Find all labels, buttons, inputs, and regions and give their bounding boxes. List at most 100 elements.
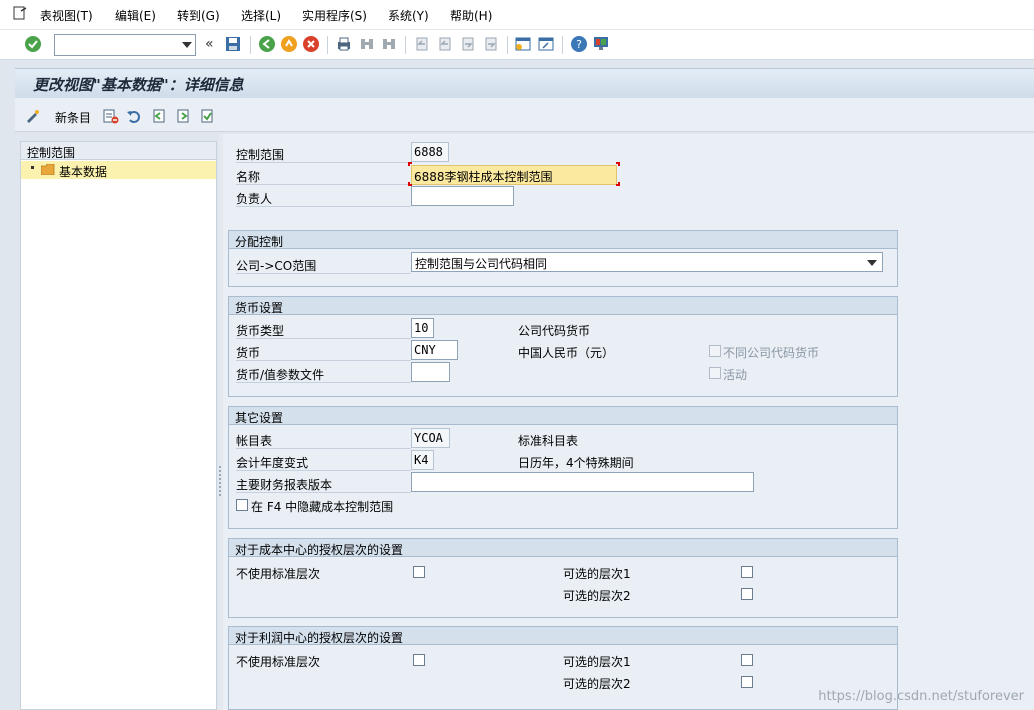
fiscal-year-variant-label: 会计年度变式 (236, 456, 309, 470)
currency-label: 货币 (236, 346, 261, 360)
currency-field[interactable]: CNY (411, 340, 458, 360)
tree-item-basic-data[interactable]: 基本数据 (21, 161, 216, 179)
name-field[interactable]: 6888李钢柱成本控制范围 (411, 165, 617, 185)
fiscal-year-variant-description: 日历年，4个特殊期间 (518, 456, 634, 470)
previous-page-icon[interactable] (436, 35, 454, 53)
cc-optional-hierarchy-2-label: 可选的层次2 (563, 589, 631, 603)
person-responsible-field[interactable] (411, 186, 514, 206)
double-chevron-icon[interactable]: « (205, 36, 214, 52)
menu-system[interactable]: 系统(Y) (388, 7, 429, 24)
exit-icon[interactable] (280, 35, 298, 53)
menu-goto[interactable]: 转到(G) (177, 7, 220, 24)
first-page-icon[interactable] (413, 35, 431, 53)
next-page-icon[interactable] (459, 35, 477, 53)
pc-optional-hierarchy-1-label: 可选的层次1 (563, 655, 631, 669)
create-session-icon[interactable] (514, 35, 532, 53)
new-entries-button[interactable]: 新条目 (55, 109, 91, 126)
app-menu-icon[interactable] (12, 5, 28, 21)
chevron-down-icon[interactable] (867, 260, 877, 266)
currency-type-label: 货币类型 (236, 324, 285, 338)
back-icon[interactable] (258, 35, 276, 53)
currency-profile-label: 货币/值参数文件 (236, 368, 325, 382)
company-co-label: 公司->CO范围 (236, 259, 317, 273)
assignment-control-group: 分配控制 公司->CO范围 控制范围与公司代码相同 (228, 230, 898, 287)
cc-optional-hierarchy-1-label: 可选的层次1 (563, 567, 631, 581)
other-settings-group: 其它设置 帐目表 YCOA 标准科目表 会计年度变式 K4 日历年，4个特殊期间… (228, 406, 898, 529)
cancel-icon[interactable] (302, 35, 320, 53)
find-next-icon[interactable] (380, 35, 398, 53)
profit-center-auth-header: 对于利润中心的授权层次的设置 (229, 627, 897, 645)
chart-of-accounts-label: 帐目表 (236, 434, 273, 448)
menu-utilities[interactable]: 实用程序(S) (302, 7, 367, 24)
currency-type-description: 公司代码货币 (518, 324, 591, 338)
previous-entry-icon[interactable] (151, 108, 167, 124)
tree-item-label: 基本数据 (59, 165, 108, 179)
customize-layout-icon[interactable] (592, 35, 610, 53)
folder-icon (41, 164, 55, 175)
command-dropdown-icon[interactable] (182, 42, 192, 48)
menu-bar: 表视图(T) 编辑(E) 转到(G) 选择(L) 实用程序(S) 系统(Y) 帮… (0, 0, 1034, 30)
cost-center-auth-group: 对于成本中心的授权层次的设置 不使用标准层次 可选的层次1 可选的层次2 (228, 538, 898, 618)
assignment-control-header: 分配控制 (229, 231, 897, 249)
select-entry-icon[interactable] (199, 108, 215, 124)
control-area-label: 控制范围 (236, 148, 285, 162)
cost-center-auth-header: 对于成本中心的授权层次的设置 (229, 539, 897, 557)
next-entry-icon[interactable] (175, 108, 191, 124)
page-title: 更改视图"基本数据"：详细信息 (33, 76, 244, 94)
menu-help[interactable]: 帮助(H) (450, 7, 492, 24)
name-label: 名称 (236, 170, 261, 184)
active-label: 活动 (723, 368, 748, 382)
menu-edit[interactable]: 编辑(E) (115, 7, 156, 24)
find-icon[interactable] (358, 35, 376, 53)
company-co-value: 控制范围与公司代码相同 (415, 257, 548, 271)
diff-company-currency-checkbox (709, 345, 721, 357)
financial-statement-version-field[interactable] (411, 472, 754, 492)
control-area-field: 6888 (411, 142, 449, 162)
help-icon[interactable]: ? (570, 35, 588, 53)
application-toolbar: 新条目 (15, 98, 1034, 132)
tree-bullet-icon (31, 166, 34, 169)
display-change-icon[interactable] (25, 108, 41, 124)
chart-of-accounts-description: 标准科目表 (518, 434, 579, 448)
hide-in-f4-label: 在 F4 中隐藏成本控制范围 (251, 500, 394, 514)
chart-of-accounts-field: YCOA (411, 428, 450, 448)
currency-settings-group: 货币设置 货币类型 10 公司代码货币 货币 CNY 中国人民币（元） 不同公司… (228, 296, 898, 397)
screen-title-bar: 更改视图"基本数据"：详细信息 (15, 68, 1034, 98)
standard-toolbar: « ? (0, 30, 1034, 60)
cc-no-standard-hierarchy-checkbox[interactable] (413, 566, 425, 578)
hide-in-f4-checkbox[interactable] (236, 499, 248, 511)
cc-optional-hierarchy-2-checkbox[interactable] (741, 588, 753, 600)
pc-optional-hierarchy-2-label: 可选的层次2 (563, 677, 631, 691)
financial-statement-version-label: 主要财务报表版本 (236, 478, 333, 492)
other-settings-header: 其它设置 (229, 407, 897, 425)
currency-type-field[interactable]: 10 (411, 318, 434, 338)
enter-check-icon[interactable] (24, 35, 42, 53)
shortcut-icon[interactable] (537, 35, 555, 53)
cc-no-standard-hierarchy-label: 不使用标准层次 (236, 567, 321, 581)
pc-no-standard-hierarchy-checkbox[interactable] (413, 654, 425, 666)
command-field[interactable] (54, 34, 196, 56)
currency-description: 中国人民币（元） (518, 346, 615, 360)
splitter-grip-icon[interactable] (219, 466, 221, 496)
cc-optional-hierarchy-1-checkbox[interactable] (741, 566, 753, 578)
pc-optional-hierarchy-1-checkbox[interactable] (741, 654, 753, 666)
menu-table-view[interactable]: 表视图(T) (40, 7, 93, 24)
pc-optional-hierarchy-2-checkbox[interactable] (741, 676, 753, 688)
diff-company-currency-label: 不同公司代码货币 (723, 346, 820, 360)
last-page-icon[interactable] (482, 35, 500, 53)
company-co-dropdown[interactable]: 控制范围与公司代码相同 (411, 252, 883, 272)
undo-change-icon[interactable] (126, 108, 142, 124)
dialog-structure-tree: 控制范围 基本数据 (20, 141, 217, 710)
pc-no-standard-hierarchy-label: 不使用标准层次 (236, 655, 321, 669)
detail-area: 控制范围 6888 名称 6888李钢柱成本控制范围 负责人 分配控制 公司->… (223, 134, 1034, 710)
menu-selection[interactable]: 选择(L) (241, 7, 281, 24)
svg-text:?: ? (576, 38, 582, 51)
print-icon[interactable] (335, 35, 353, 53)
currency-settings-header: 货币设置 (229, 297, 897, 315)
currency-profile-field[interactable] (411, 362, 450, 382)
delete-entry-icon[interactable] (103, 108, 119, 124)
person-responsible-label: 负责人 (236, 192, 273, 206)
tree-header: 控制范围 (21, 142, 216, 160)
save-icon[interactable] (224, 35, 242, 53)
watermark: https://blog.csdn.net/stuforever (818, 689, 1024, 704)
